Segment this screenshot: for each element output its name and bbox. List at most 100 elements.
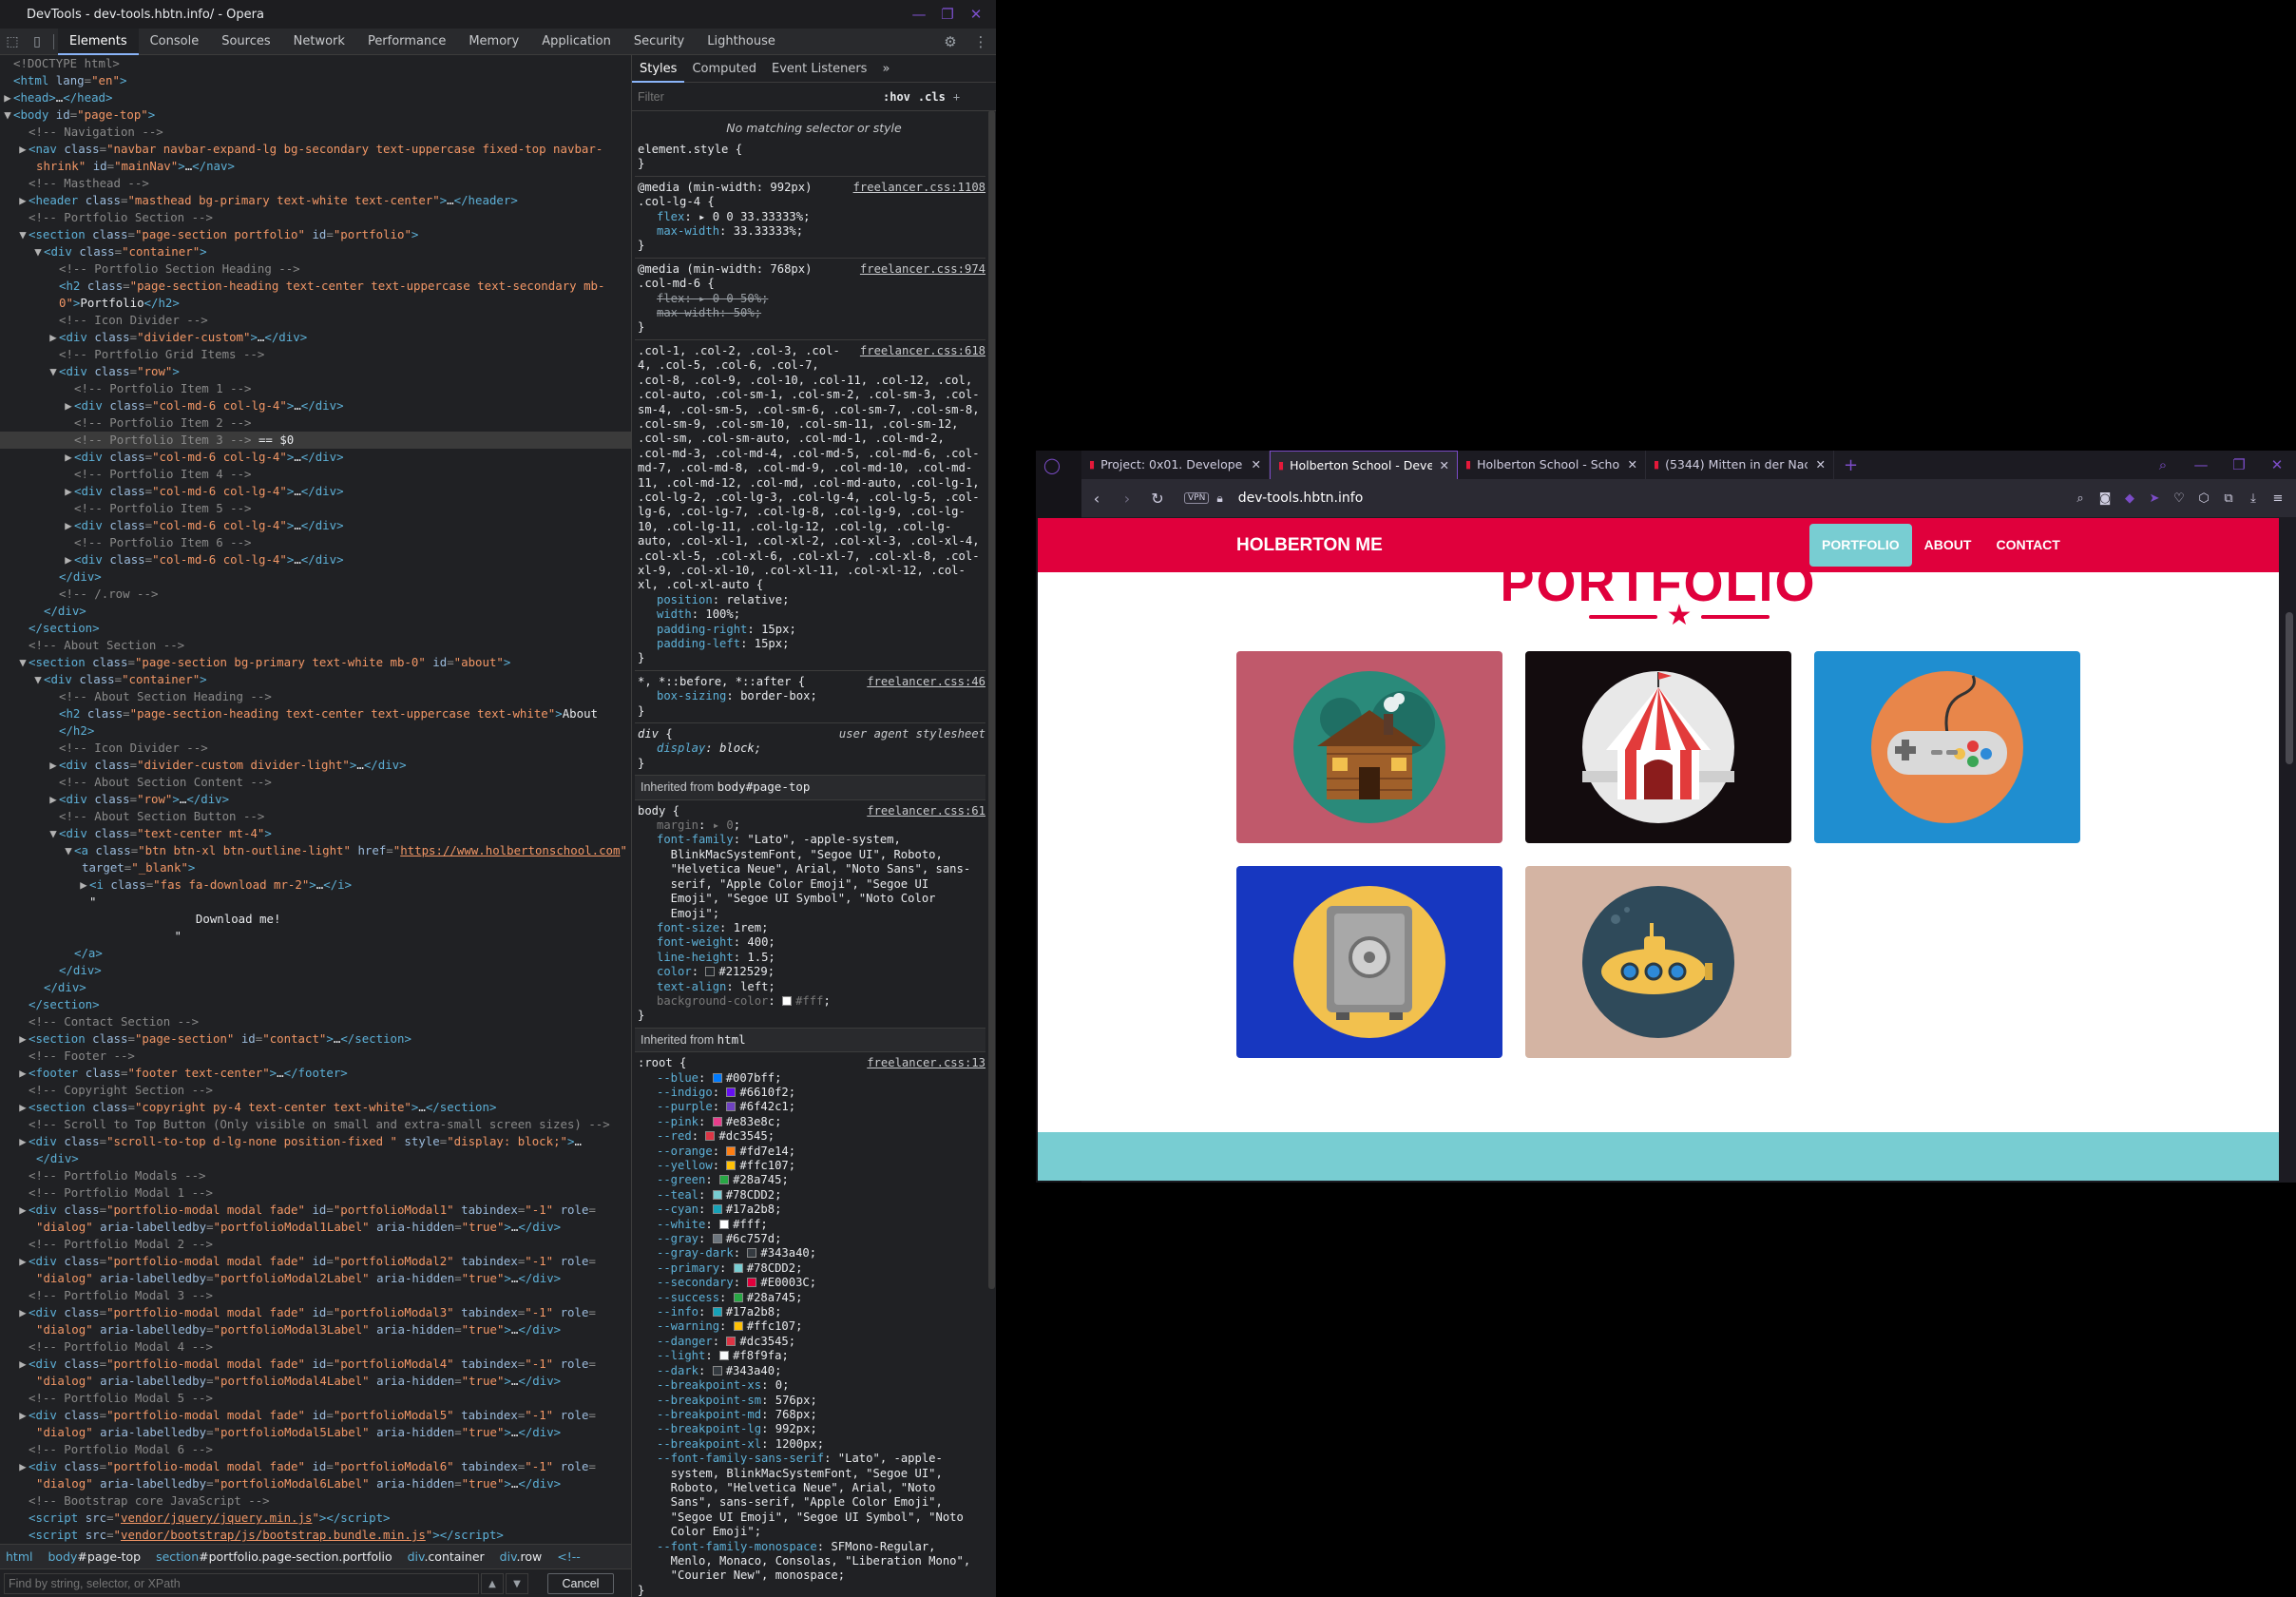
tree-node[interactable]: <script src="vendor/bootstrap/js/bootstr… — [0, 1527, 631, 1544]
tree-node[interactable]: <!-- Portfolio Item 1 --> — [0, 380, 631, 397]
tree-node[interactable]: <!-- Portfolio Item 5 --> — [0, 500, 631, 517]
tree-node[interactable]: <!-- Portfolio Modals --> — [0, 1167, 631, 1184]
styles-scrollbar[interactable] — [986, 110, 996, 1289]
tree-node[interactable]: <!-- Portfolio Item 3 --> == $0 — [0, 432, 631, 449]
tree-node[interactable]: "dialog" aria-labelledby="portfolioModal… — [0, 1321, 631, 1338]
tree-node[interactable]: shrink" id="mainNav">…</nav> — [0, 158, 631, 175]
flow-icon[interactable]: ➤ — [2142, 491, 2167, 506]
tab-sources[interactable]: Sources — [210, 29, 281, 55]
tree-node[interactable]: ▶ <head>…</head> — [0, 89, 631, 106]
close-tab-icon[interactable]: ✕ — [1628, 451, 1637, 479]
styles-rules[interactable]: element.style {} freelancer.css:1108 @medi… — [632, 139, 985, 1597]
tree-node[interactable]: </div> — [0, 1150, 631, 1167]
tree-node[interactable]: <!-- Copyright Section --> — [0, 1082, 631, 1099]
search-input[interactable] — [4, 1572, 479, 1594]
tree-node[interactable]: ▶ <div class="col-md-6 col-lg-4">…</div> — [0, 483, 631, 500]
close-tab-icon[interactable]: ✕ — [1440, 452, 1449, 479]
tree-node[interactable]: </div> — [0, 979, 631, 996]
tree-node[interactable]: <!-- Contact Section --> — [0, 1013, 631, 1030]
breadcrumb-item[interactable]: <!-- — [557, 1549, 581, 1564]
tree-node[interactable]: ▶ <div class="row">…</div> — [0, 791, 631, 808]
tree-node[interactable]: ▶ <div class="col-md-6 col-lg-4">…</div> — [0, 397, 631, 414]
tree-node[interactable]: ▶ <header class="masthead bg-primary text… — [0, 192, 631, 209]
more-options-icon[interactable]: ⋮ — [966, 29, 996, 55]
tab-lighthouse[interactable]: Lighthouse — [696, 29, 787, 55]
tree-node[interactable]: ▼ <section class="page-section bg-primary… — [0, 654, 631, 671]
tree-node[interactable]: <!-- About Section --> — [0, 637, 631, 654]
tree-node[interactable]: ▼ <section class="page-section portfolio"… — [0, 226, 631, 243]
tree-node[interactable]: <script src="vendor/jquery/jquery.min.js… — [0, 1510, 631, 1527]
shield-icon[interactable]: ◆ — [2117, 491, 2142, 506]
tree-node[interactable]: ▼ <div class="text-center mt-4"> — [0, 825, 631, 842]
tree-node[interactable]: <h2 class="page-section-heading text-cen… — [0, 705, 631, 722]
tree-node[interactable]: <!-- About Section Button --> — [0, 808, 631, 825]
url-field[interactable]: dev-tools.hbtn.info — [1238, 491, 1364, 506]
tree-node[interactable]: ▼ <a class="btn btn-xl btn-outline-light"… — [0, 842, 631, 859]
tree-node[interactable]: <!-- /.row --> — [0, 586, 631, 603]
site-brand[interactable]: HOLBERTON ME — [1236, 518, 1383, 572]
device-toolbar-icon[interactable]: ▯ — [25, 29, 49, 55]
tab-elements[interactable]: Elements — [58, 28, 139, 55]
cube-icon[interactable]: ⬡ — [2191, 491, 2216, 506]
tree-node[interactable]: ▶ <section class="page-section" id="conta… — [0, 1030, 631, 1048]
tree-node[interactable]: </a> — [0, 945, 631, 962]
tree-node[interactable]: <!-- Portfolio Item 4 --> — [0, 466, 631, 483]
tree-node[interactable]: <!-- Portfolio Modal 4 --> — [0, 1338, 631, 1356]
tree-node[interactable]: <!-- Masthead --> — [0, 175, 631, 192]
extensions-icon[interactable]: ⧉ — [2216, 491, 2241, 506]
inspect-element-icon[interactable]: ⬚ — [0, 29, 25, 55]
back-icon[interactable]: ‹ — [1081, 490, 1112, 508]
tree-node[interactable]: "dialog" aria-labelledby="portfolioModal… — [0, 1475, 631, 1492]
browser-tab[interactable]: ▮Holberton School - Develop✕ — [1270, 451, 1458, 479]
breadcrumb-item[interactable]: body#page-top — [48, 1549, 141, 1564]
tree-node[interactable]: </h2> — [0, 722, 631, 740]
tree-node[interactable]: <!-- Portfolio Section --> — [0, 209, 631, 226]
tree-node[interactable]: <!-- Portfolio Modal 6 --> — [0, 1441, 631, 1458]
tree-node[interactable]: "dialog" aria-labelledby="portfolioModal… — [0, 1373, 631, 1390]
opera-logo-icon[interactable]: ◯ — [1043, 456, 1061, 474]
tree-node[interactable]: <!-- Portfolio Modal 2 --> — [0, 1236, 631, 1253]
menu-icon[interactable]: ≡ — [2266, 491, 2290, 506]
close-tab-icon[interactable]: ✕ — [1252, 451, 1261, 479]
tree-node[interactable]: <!-- Footer --> — [0, 1048, 631, 1065]
tree-node[interactable]: <!-- Bootstrap core JavaScript --> — [0, 1492, 631, 1510]
tree-node[interactable]: <!-- Portfolio Section Heading --> — [0, 260, 631, 278]
restore-icon[interactable]: ❐ — [933, 0, 962, 29]
tree-node[interactable]: <!-- Icon Divider --> — [0, 740, 631, 757]
lock-icon[interactable]: 🔒︎ — [1216, 491, 1222, 506]
tree-node[interactable]: 0">Portfolio</h2> — [0, 295, 631, 312]
tree-node[interactable]: <!DOCTYPE html> — [0, 55, 631, 72]
tree-node[interactable]: "dialog" aria-labelledby="portfolioModal… — [0, 1424, 631, 1441]
tree-node[interactable]: ▶ <div class="portfolio-modal modal fade"… — [0, 1356, 631, 1373]
tree-node[interactable]: ▶ <div class="col-md-6 col-lg-4">…</div> — [0, 449, 631, 466]
close-tab-icon[interactable]: ✕ — [1816, 451, 1826, 479]
tree-node[interactable]: <!-- About Section Heading --> — [0, 688, 631, 705]
close-icon[interactable]: ✕ — [2258, 451, 2296, 479]
search-icon[interactable]: ⌕ — [2068, 491, 2093, 506]
forward-icon[interactable]: › — [1112, 490, 1142, 508]
tree-node[interactable]: <!-- Portfolio Grid Items --> — [0, 346, 631, 363]
tree-node[interactable]: ▼ <div class="container"> — [0, 243, 631, 260]
restore-icon[interactable]: ❐ — [2220, 451, 2258, 479]
tree-node[interactable]: ▶ <div class="col-md-6 col-lg-4">…</div> — [0, 517, 631, 534]
tree-node[interactable]: ▶ <div class="portfolio-modal modal fade"… — [0, 1253, 631, 1270]
tree-node[interactable]: ▶ <div class="portfolio-modal modal fade"… — [0, 1202, 631, 1219]
portfolio-item-cabin[interactable] — [1236, 651, 1502, 843]
tree-node[interactable]: ▶ <footer class="footer text-center">…</f… — [0, 1065, 631, 1082]
breadcrumb-item[interactable]: div.row — [500, 1549, 543, 1564]
nav-portfolio[interactable]: PORTFOLIO — [1809, 524, 1912, 567]
tab-network[interactable]: Network — [282, 29, 356, 55]
breadcrumb-item[interactable]: html — [6, 1549, 32, 1564]
tab-security[interactable]: Security — [622, 29, 696, 55]
add-rule-icon[interactable]: + — [953, 90, 960, 104]
tree-node[interactable]: </div> — [0, 962, 631, 979]
tree-node[interactable]: ▶ <nav class="navbar navbar-expand-lg bg-… — [0, 141, 631, 158]
tree-node[interactable]: ▶ <section class="copyright py-4 text-cen… — [0, 1099, 631, 1116]
page-scrollbar[interactable] — [2283, 517, 2296, 1183]
styles-filter-input[interactable] — [638, 89, 875, 104]
portfolio-item-submarine[interactable] — [1525, 866, 1791, 1058]
tree-node[interactable]: " — [0, 928, 631, 945]
tree-node[interactable]: <!-- Scroll to Top Button (Only visible … — [0, 1116, 631, 1133]
tree-node[interactable]: <!-- Portfolio Modal 1 --> — [0, 1184, 631, 1202]
tab-application[interactable]: Application — [530, 29, 622, 55]
